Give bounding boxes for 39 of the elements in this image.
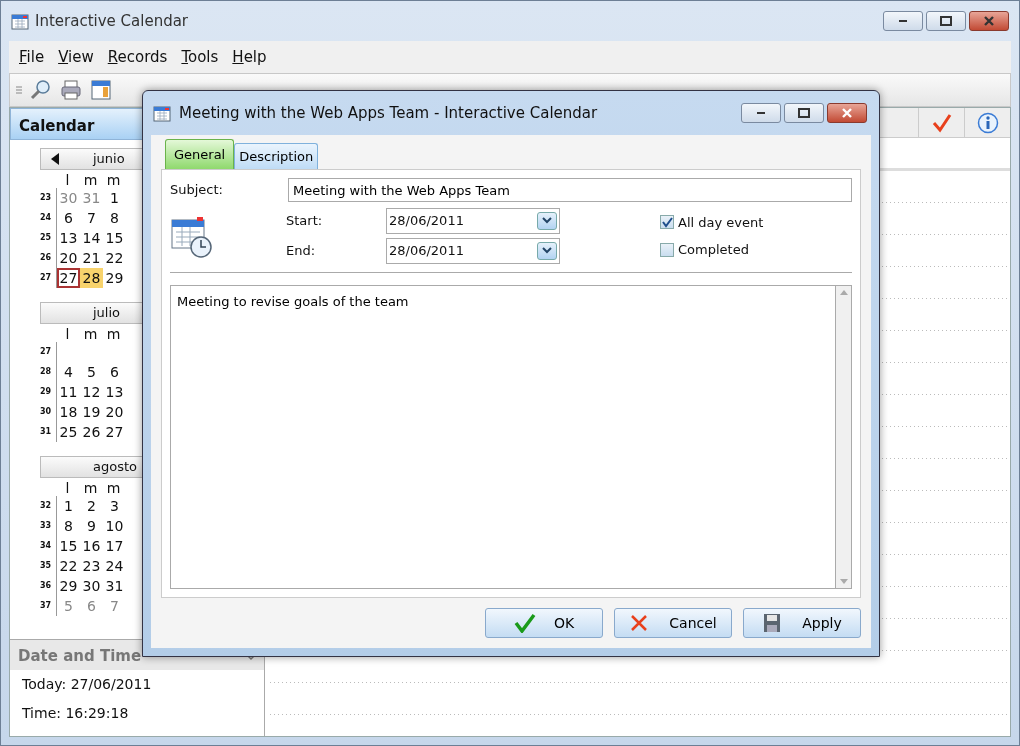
panel-title: Date and Time <box>18 646 142 665</box>
week-number: 32 <box>40 500 53 512</box>
weekday-label: m <box>105 479 122 496</box>
week-number: 27 <box>40 346 53 358</box>
week-number: 24 <box>40 212 53 224</box>
week-number: 28 <box>40 366 53 378</box>
weekday-label: m <box>82 171 99 188</box>
weekday-label: m <box>105 325 122 342</box>
week-number: 36 <box>40 580 53 592</box>
field-label: End: <box>286 242 317 261</box>
weekday-label: l <box>64 171 71 188</box>
field-label: Start: <box>286 212 324 231</box>
date-time-text: Today: 27/06/2011 <box>21 675 153 694</box>
week-number: 30 <box>40 406 53 418</box>
week-number: 33 <box>40 520 53 532</box>
week-number: 37 <box>40 600 53 612</box>
field-label: Subject: <box>170 181 224 200</box>
week-number: 27 <box>40 272 53 284</box>
weekday-label: l <box>64 325 71 342</box>
week-number: 29 <box>40 386 53 398</box>
week-number: 34 <box>40 540 53 552</box>
week-number: 35 <box>40 560 53 572</box>
date-time-text: Time: 16:29:18 <box>21 704 130 723</box>
month-name: julio <box>93 304 121 323</box>
checkbox-label: Completed <box>678 241 749 259</box>
weekday-label: m <box>105 171 122 188</box>
date-value: 28/06/2011 <box>389 212 464 231</box>
month-name: agosto <box>93 458 137 477</box>
weekday-label: m <box>82 325 99 342</box>
weekday-label: l <box>64 479 71 496</box>
month-name: junio <box>93 150 125 169</box>
date-value: 28/06/2011 <box>389 242 464 261</box>
weekday-label: m <box>82 479 99 496</box>
week-number: 26 <box>40 252 53 264</box>
window-title: Interactive Calendar <box>35 10 189 32</box>
week-number: 23 <box>40 192 53 204</box>
checkbox-label: All day event <box>678 213 764 232</box>
week-number: 25 <box>40 232 53 244</box>
week-number: 31 <box>40 426 53 438</box>
